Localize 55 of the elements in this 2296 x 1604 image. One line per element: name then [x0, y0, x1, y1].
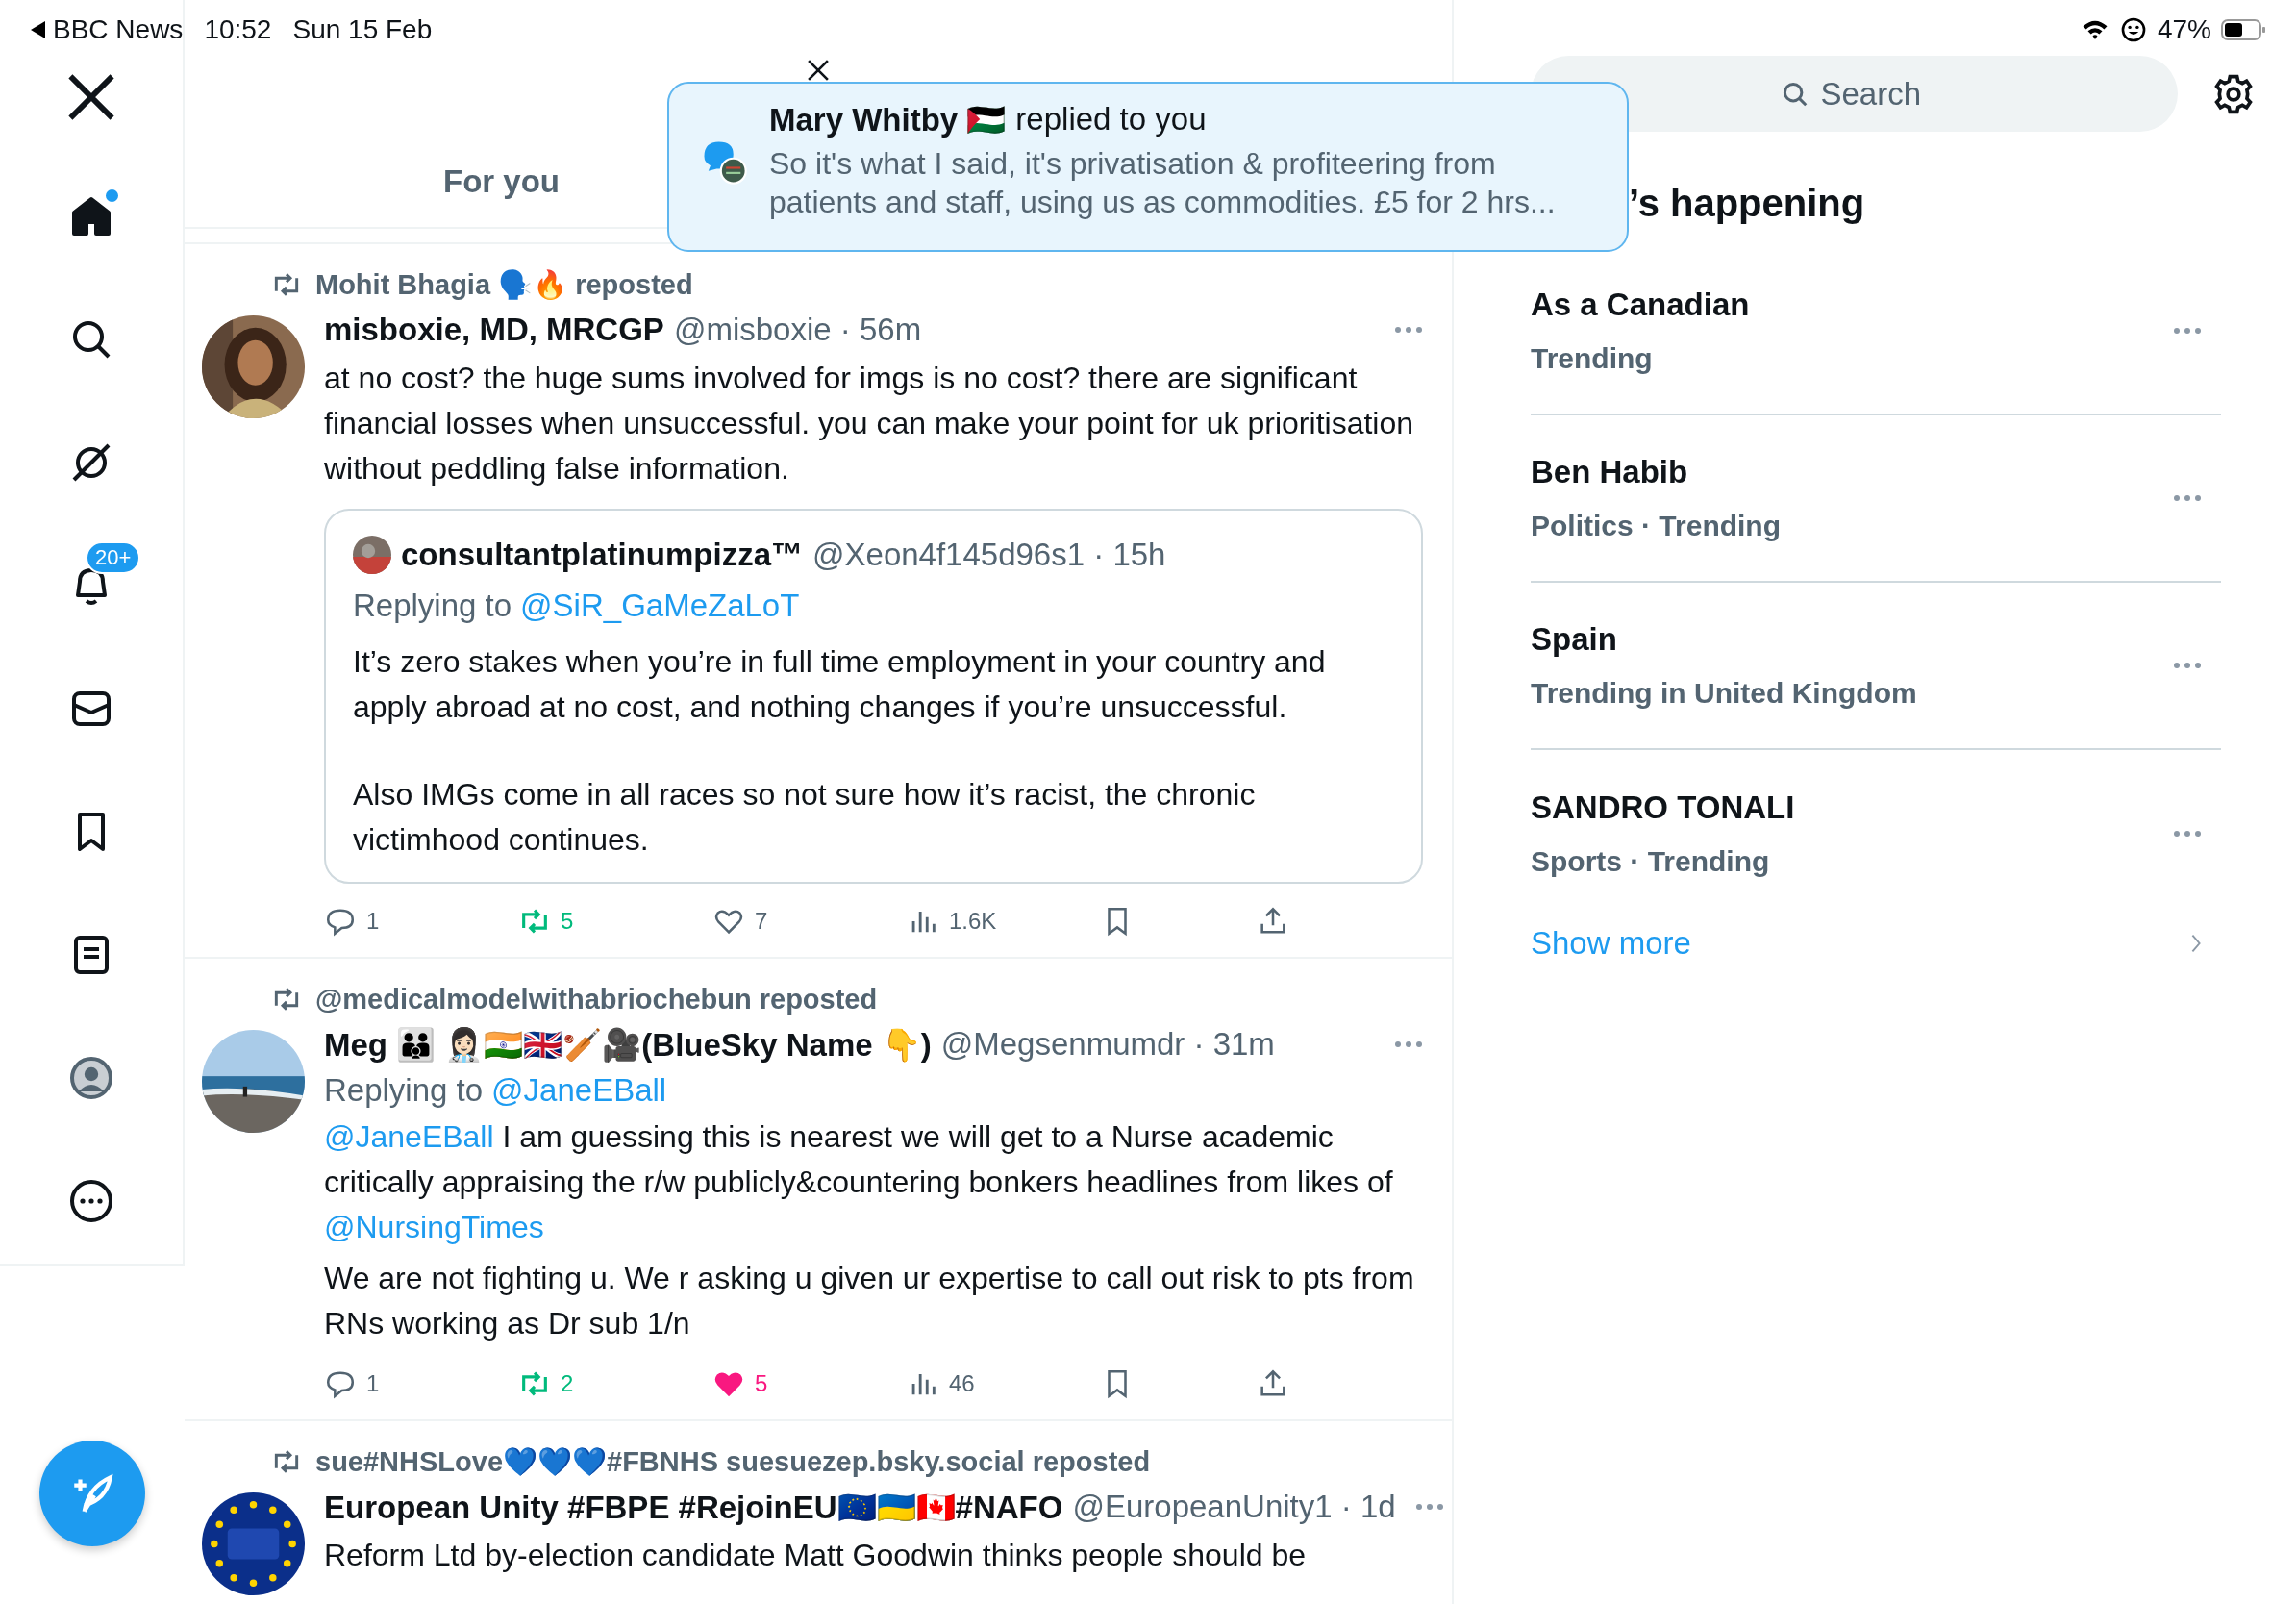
search-bar[interactable]: Search [1531, 56, 2178, 132]
trend-name[interactable]: As a Canadian [1531, 287, 2173, 323]
views-button[interactable]: 46 [907, 1367, 1101, 1400]
trend-name[interactable]: Spain [1531, 621, 2173, 658]
like-button[interactable]: 7 [712, 905, 907, 938]
author-name[interactable]: misboxie, MD, MRCGP [324, 312, 664, 348]
battery-icon [2221, 18, 2265, 41]
reply-button[interactable]: 1 [324, 905, 518, 938]
post-text: Reform Ltd by-election candidate Matt Goodwin thinks people should be [324, 1537, 1308, 1574]
author-handle-time: @EuropeanUnity1 · 1d [1072, 1489, 1396, 1525]
trend-category: Politics · Trending [1531, 510, 1783, 542]
reposted-by[interactable]: sue#NHSLove💙💙💙#FBNHS suesuezep.bsky.social reposted [315, 1445, 1151, 1478]
quoted-text: Also IMGs come in all races so not sure how it’s racist, the chronic victimhood continues. [353, 776, 1257, 859]
author-name[interactable]: Meg 👪 👩🏻‍⚕🇮🇳🇬🇧🏏🎥(BlueSky Name 👇) [324, 1025, 932, 1064]
like-button[interactable]: 5 [712, 1367, 907, 1400]
trend-category: Sports · Trending [1531, 845, 1771, 878]
author-handle-time: @Megsenmumdr · 31m [940, 1026, 1275, 1063]
compose-button[interactable] [39, 1441, 145, 1546]
post-text: @JaneEBall I am guessing this is nearest we will get to a Nurse academic critically appraising the r/w publicly&countering bonkers headlines from likes of @NursingTimes [324, 1118, 1394, 1246]
replying-to-label: Replying to [353, 588, 512, 624]
trend-name[interactable]: Ben Habib [1531, 454, 2173, 490]
back-icon[interactable] [31, 21, 45, 38]
chevron-icon[interactable] [2190, 933, 2202, 954]
battery-percent: 47% [2157, 14, 2211, 45]
notification-badge: 20+ [86, 541, 141, 574]
reposted-by[interactable]: Mohit Bhagia 🗣🔥 reposted [315, 268, 693, 301]
section-title: ’s happening [1629, 182, 1866, 225]
trend-name[interactable]: SANDRO TONALI [1531, 789, 2173, 826]
views-button[interactable]: 1.6K [907, 905, 1101, 938]
back-app-link[interactable]: BBC News [53, 14, 184, 45]
post-text: at no cost? the huge sums involved for imgs is no cost? there are significant financial losses when unsuccessful. you can make your point for uk prioritisation without peddling false information. [324, 360, 1414, 488]
search-input[interactable]: Search [1818, 74, 1929, 113]
reply-button[interactable]: 1 [324, 1367, 518, 1400]
trend-category: Trending in United Kingdom [1531, 677, 1918, 710]
more-icon[interactable] [68, 1178, 114, 1224]
status-time: 10:52 [204, 14, 272, 45]
post-text: We are not fighting u. We r asking u given ur expertise to call out risk to pts from RNs working as Dr sub 1/n [324, 1260, 1415, 1342]
quoted-post-card[interactable] [324, 509, 1423, 884]
notification-author: Mary Whitby 🇵🇸 [769, 101, 1007, 138]
reposted-by[interactable]: @medicalmodelwithabriochebun reposted [315, 983, 878, 1015]
notification-toast[interactable]: Mary Whitby 🇵🇸 replied to you So it's what I said, it's privatisation & profiteering from patients and staff, using us as commodities. £5 for 2 hrs... [667, 82, 1629, 252]
x-logo-icon[interactable] [68, 74, 114, 120]
author-name[interactable]: European Unity #FBPE #RejoinEU🇪🇺🇺🇦🇨🇦#NAFO [324, 1488, 1063, 1526]
quoted-text: It’s zero stakes when you’re in full time employment in your country and apply abroad at no cost, and nothing changes if you’re unsuccessful. [353, 643, 1327, 726]
author-name: consultantplatinumpizza™ [401, 537, 803, 573]
author-handle-time: @misboxie · 56m [673, 312, 922, 348]
trend-category: Trending [1531, 342, 1654, 375]
profile-icon[interactable] [68, 1055, 114, 1101]
notification-message: So it's what I said, it's privatisation & profiteering from patients and staff, using us as commodities. £5 for 2 hrs... [769, 145, 1557, 221]
replying-to-label: Replying to [324, 1072, 484, 1109]
author-handle-time: @Xeon4f145d96s1 · 15h [812, 537, 1166, 573]
settings-icon[interactable] [2212, 72, 2255, 115]
notification-action: replied to you [1015, 101, 1207, 138]
x-logo-icon [808, 60, 829, 81]
status-date: Sun 15 Feb [292, 14, 433, 45]
